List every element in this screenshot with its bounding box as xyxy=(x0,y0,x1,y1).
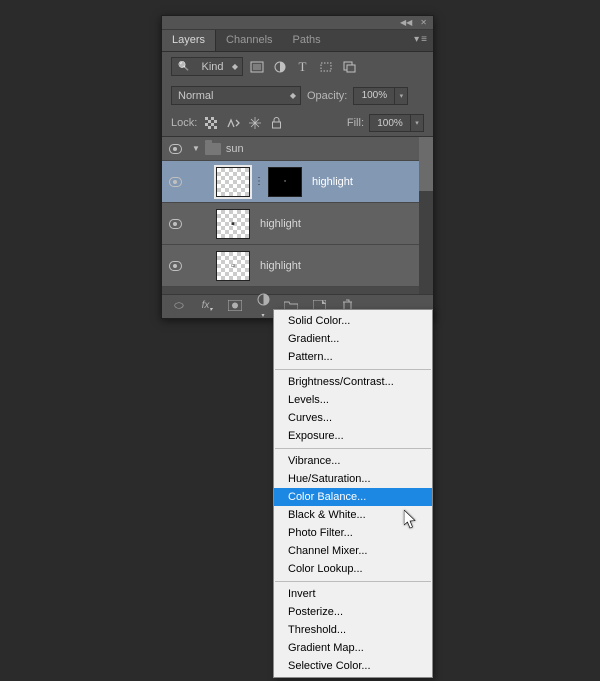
menu-separator xyxy=(275,581,431,582)
visibility-icon[interactable] xyxy=(169,177,182,187)
fill-slider-icon[interactable]: ▾ xyxy=(411,114,424,132)
layer-thumbnail[interactable] xyxy=(216,167,250,197)
layers-panel: ◀◀ ✕ Layers Channels Paths Kind ◆ T Norm… xyxy=(161,15,434,319)
chevron-icon: ◆ xyxy=(232,62,238,71)
filter-type-icon[interactable]: T xyxy=(295,60,310,73)
layer-name[interactable]: highlight xyxy=(260,260,301,272)
group-name[interactable]: sun xyxy=(226,143,244,155)
menu-item[interactable]: Invert xyxy=(274,585,432,603)
layer-name[interactable]: highlight xyxy=(312,176,353,188)
blend-mode-label: Normal xyxy=(178,90,213,102)
link-layers-icon[interactable]: ⬭ xyxy=(172,300,186,313)
opacity-value[interactable]: 100% xyxy=(353,87,395,105)
tab-channels[interactable]: Channels xyxy=(216,30,282,51)
filter-kind-label: Kind xyxy=(202,61,224,73)
lock-transparency-icon[interactable] xyxy=(202,115,219,132)
visibility-icon[interactable] xyxy=(169,219,182,229)
filter-smart-icon[interactable] xyxy=(341,60,356,73)
opacity-label: Opacity: xyxy=(307,90,347,102)
menu-item[interactable]: Channel Mixer... xyxy=(274,542,432,560)
tab-layers[interactable]: Layers xyxy=(162,30,216,51)
adjustment-layer-icon[interactable]: ▾ xyxy=(256,293,270,321)
lock-label: Lock: xyxy=(171,117,197,129)
panel-menu-icon[interactable] xyxy=(414,34,427,45)
filter-icons: T xyxy=(249,60,356,73)
menu-item[interactable]: Exposure... xyxy=(274,427,432,445)
menu-item[interactable]: Gradient... xyxy=(274,330,432,348)
blend-row: Normal ◆ Opacity: 100% ▾ xyxy=(162,81,433,110)
layers-list: ▼ sun ⋮ ▫ highlight ▪ highlight xyxy=(162,136,433,294)
disclosure-icon[interactable]: ▼ xyxy=(192,144,200,153)
filter-adjustment-icon[interactable] xyxy=(272,60,287,73)
filter-row: Kind ◆ T xyxy=(162,52,433,81)
menu-item[interactable]: Gradient Map... xyxy=(274,639,432,657)
fx-icon[interactable]: fx▾ xyxy=(200,300,214,313)
mask-link-icon[interactable]: ⋮ xyxy=(254,176,264,187)
menu-item[interactable]: Pattern... xyxy=(274,348,432,366)
menu-item[interactable]: Solid Color... xyxy=(274,312,432,330)
lock-all-icon[interactable] xyxy=(268,115,285,132)
layer-row[interactable]: ▫ highlight xyxy=(162,245,433,287)
menu-item[interactable]: Vibrance... xyxy=(274,452,432,470)
menu-separator xyxy=(275,448,431,449)
menu-item[interactable]: Posterize... xyxy=(274,603,432,621)
blend-mode-dropdown[interactable]: Normal ◆ xyxy=(171,86,301,105)
menu-item[interactable]: Selective Color... xyxy=(274,657,432,675)
adjustment-layer-menu: Solid Color...Gradient...Pattern... Brigh… xyxy=(273,309,433,678)
scrollbar-thumb[interactable] xyxy=(419,137,433,191)
chevron-icon: ◆ xyxy=(290,91,296,100)
filter-shape-icon[interactable] xyxy=(318,60,333,73)
layer-row[interactable]: ⋮ ▫ highlight xyxy=(162,161,433,203)
menu-separator xyxy=(275,369,431,370)
scrollbar[interactable] xyxy=(419,137,433,294)
panel-tabs: Layers Channels Paths xyxy=(162,30,433,52)
visibility-icon[interactable] xyxy=(169,261,182,271)
mouse-cursor xyxy=(404,510,418,530)
menu-item[interactable]: Color Balance... xyxy=(274,488,432,506)
panel-topbar: ◀◀ ✕ xyxy=(162,16,433,30)
menu-item[interactable]: Curves... xyxy=(274,409,432,427)
layer-thumbnail[interactable]: ▪ xyxy=(216,209,250,239)
menu-item[interactable]: Threshold... xyxy=(274,621,432,639)
lock-pixels-icon[interactable] xyxy=(224,115,241,132)
filter-pixel-icon[interactable] xyxy=(249,60,264,73)
menu-item[interactable]: Color Lookup... xyxy=(274,560,432,578)
tab-paths[interactable]: Paths xyxy=(283,30,331,51)
lock-row: Lock: Fill: 100% ▾ xyxy=(162,110,433,136)
fill-label: Fill: xyxy=(347,117,364,129)
menu-item[interactable]: Hue/Saturation... xyxy=(274,470,432,488)
lock-position-icon[interactable] xyxy=(246,115,263,132)
close-icon[interactable]: ✕ xyxy=(420,18,427,27)
folder-icon xyxy=(205,143,221,155)
menu-item[interactable]: Levels... xyxy=(274,391,432,409)
layer-name[interactable]: highlight xyxy=(260,218,301,230)
layer-thumbnail[interactable]: ▫ xyxy=(216,251,250,281)
fill-value[interactable]: 100% xyxy=(369,114,411,132)
filter-kind-dropdown[interactable]: Kind ◆ xyxy=(171,57,243,76)
mask-thumbnail[interactable]: ▫ xyxy=(268,167,302,197)
collapse-icon[interactable]: ◀◀ xyxy=(400,18,412,27)
layer-group-row[interactable]: ▼ sun xyxy=(162,137,433,161)
opacity-slider-icon[interactable]: ▾ xyxy=(395,87,408,105)
mask-icon[interactable] xyxy=(228,300,242,314)
visibility-icon[interactable] xyxy=(169,144,182,154)
layer-row[interactable]: ▪ highlight xyxy=(162,203,433,245)
menu-item[interactable]: Brightness/Contrast... xyxy=(274,373,432,391)
